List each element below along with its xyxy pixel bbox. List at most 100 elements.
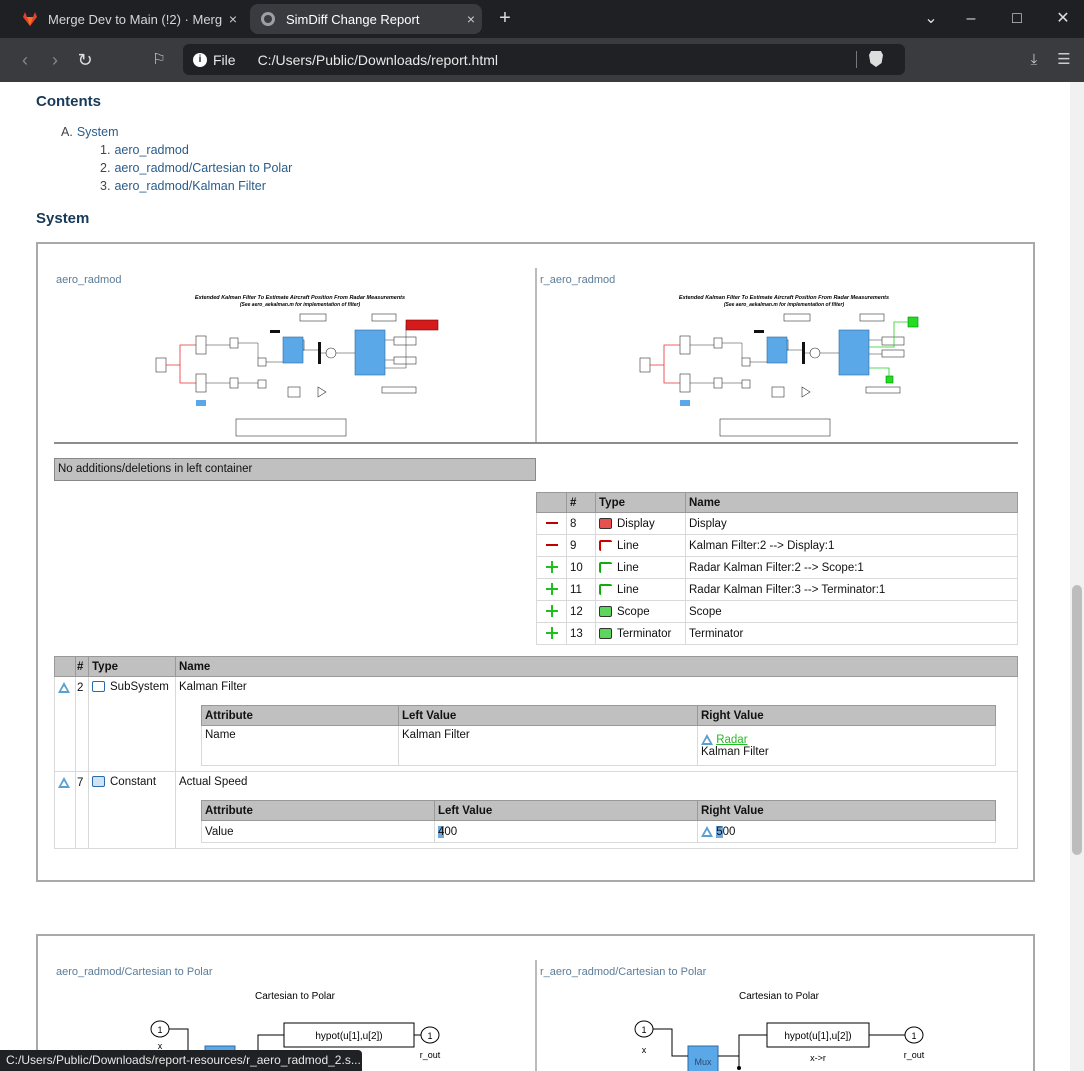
url-text[interactable]: C:/Users/Public/Downloads/report.html — [258, 52, 498, 68]
mux-label: Mux — [694, 1057, 712, 1067]
row-type[interactable]: Constant — [110, 776, 156, 788]
row-name: Display — [685, 512, 1018, 535]
toc-item-system[interactable]: A. System — [61, 125, 119, 139]
row-type[interactable]: Scope — [617, 606, 650, 618]
toc-item-aero-radmod[interactable]: 1. aero_radmod — [100, 143, 189, 157]
row-num: 10 — [566, 556, 596, 579]
toc-link[interactable]: aero_radmod/Kalman Filter — [114, 179, 265, 193]
new-tab-button[interactable]: + — [494, 8, 516, 30]
forward-icon[interactable]: › — [44, 49, 66, 71]
close-tab-icon[interactable]: × — [222, 11, 244, 27]
attribute-table: Attribute Left Value Right Value Name Kalma… — [201, 705, 996, 766]
header-op — [536, 492, 567, 513]
toc-link[interactable]: aero_radmod — [114, 143, 188, 157]
row-name: Kalman Filter:2 --> Display:1 — [685, 534, 1018, 557]
row-num: 11 — [566, 578, 596, 601]
row-num: 12 — [566, 600, 596, 623]
display-block-icon — [599, 517, 612, 529]
maximize-icon[interactable]: □ — [1004, 8, 1030, 30]
fcn-expression: hypot(u[1],u[2]) — [315, 1031, 382, 1042]
gitlab-icon — [23, 12, 37, 26]
globe-icon — [261, 12, 275, 26]
table-row[interactable]: 2 SubSystem Kalman Filter Attribute Left … — [54, 676, 1018, 772]
back-icon[interactable]: ‹ — [14, 49, 36, 71]
row-num: 2 — [75, 676, 89, 772]
bookmark-icon[interactable]: ⚐ — [148, 49, 170, 71]
reload-icon[interactable]: ↻ — [74, 49, 96, 71]
toc-link[interactable]: System — [77, 125, 119, 139]
toc-marker: A. — [61, 125, 73, 139]
info-icon[interactable]: i — [193, 52, 207, 67]
toc-marker: 1. — [100, 143, 111, 157]
output-label: r_out — [904, 1050, 925, 1060]
tab-simdiff-report[interactable]: SimDiff Change Report × — [250, 4, 482, 34]
port-number: 1 — [641, 1025, 646, 1035]
header-right-value: Right Value — [697, 705, 996, 726]
address-bar[interactable]: i File C:/Users/Public/Downloads/report.… — [183, 44, 905, 75]
diagram-subtitle: (See aero_aekalman.m for implementation … — [240, 302, 361, 308]
header-type: Type — [88, 656, 176, 677]
toc-link[interactable]: aero_radmod/Cartesian to Polar — [114, 161, 292, 175]
menu-icon[interactable]: ☰ — [1053, 49, 1075, 71]
toc-item-cartesian[interactable]: 2. aero_radmod/Cartesian to Polar — [100, 161, 292, 175]
row-num: 7 — [75, 771, 89, 849]
toc-marker: 2. — [100, 161, 111, 175]
row-type[interactable]: SubSystem — [110, 681, 169, 693]
right-model-name[interactable]: r_aero_radmod — [540, 274, 615, 286]
diagram-title: Extended Kalman Filter To Estimate Aircr… — [679, 295, 889, 301]
system-panel: aero_radmod r_aero_radmod Extended Kalma… — [36, 242, 1035, 882]
right-model-diagram[interactable]: Extended Kalman Filter To Estimate Aircr… — [634, 292, 934, 442]
scrollbar-thumb[interactable] — [1072, 585, 1082, 855]
download-icon[interactable]: ⤓ — [1023, 49, 1045, 71]
row-name: Terminator — [685, 622, 1018, 645]
minimize-icon[interactable]: – — [958, 8, 984, 30]
line-icon — [599, 561, 612, 573]
toc-item-kalman[interactable]: 3. aero_radmod/Kalman Filter — [100, 179, 266, 193]
row-type[interactable]: Line — [617, 584, 639, 596]
modified-icon — [58, 777, 70, 789]
header-left-value: Left Value — [434, 800, 698, 821]
port-number: 1 — [157, 1025, 162, 1035]
left-model-diagram[interactable]: Extended Kalman Filter To Estimate Aircr… — [150, 292, 450, 442]
table-row[interactable]: 12 Scope Scope — [536, 600, 1018, 623]
header-num: # — [75, 656, 89, 677]
system-heading: System — [36, 210, 90, 227]
left-model-name[interactable]: aero_radmod/Cartesian to Polar — [56, 966, 213, 978]
left-model-name[interactable]: aero_radmod — [56, 274, 121, 286]
added-icon — [545, 583, 558, 596]
tab-search-icon[interactable]: ⌄ — [918, 8, 944, 30]
diagram-title: Cartesian to Polar — [255, 991, 336, 1002]
table-row[interactable]: 13 Terminator Terminator — [536, 622, 1018, 645]
added-icon — [545, 627, 558, 640]
right-value-link[interactable]: Radar — [716, 734, 747, 746]
row-type[interactable]: Line — [617, 540, 639, 552]
close-window-icon[interactable]: ✕ — [1050, 8, 1076, 30]
row-num: 13 — [566, 622, 596, 645]
row-name: Kalman Filter — [179, 681, 247, 693]
header-num: # — [566, 492, 596, 513]
line-icon — [599, 539, 612, 551]
close-tab-icon[interactable]: × — [460, 11, 482, 27]
table-row[interactable]: 7 Constant Actual Speed Attribute Left Va… — [54, 771, 1018, 849]
right-model-name[interactable]: r_aero_radmod/Cartesian to Polar — [540, 966, 706, 978]
changes-table: # Type Name 8 Display Display 9 Line Kalman … — [536, 492, 1018, 645]
input-label: x — [642, 1045, 647, 1055]
tab-title: SimDiff Change Report — [286, 11, 420, 27]
brave-shields-icon[interactable] — [869, 51, 883, 67]
table-row[interactable]: 9 Line Kalman Filter:2 --> Display:1 — [536, 534, 1018, 557]
scrollbar[interactable] — [1070, 82, 1084, 1071]
tab-merge-request[interactable]: Merge Dev to Main (!2) · Merge requ × — [12, 4, 244, 34]
deleted-icon — [545, 544, 558, 547]
row-type[interactable]: Line — [617, 562, 639, 574]
divider — [856, 51, 857, 68]
row-type[interactable]: Display — [617, 518, 655, 530]
header-attribute: Attribute — [201, 800, 435, 821]
header-attribute: Attribute — [201, 705, 399, 726]
page-content: Contents A. System 1. aero_radmod 2. aero_r… — [0, 82, 1070, 1071]
row-type[interactable]: Terminator — [617, 628, 671, 640]
row-name: Scope — [685, 600, 1018, 623]
table-row[interactable]: 11 Line Radar Kalman Filter:3 --> Terminat… — [536, 578, 1018, 601]
right-cartesian-diagram[interactable]: Cartesian to Polar 1 x Mux hypot(u[1],u[… — [624, 986, 944, 1071]
table-row[interactable]: 8 Display Display — [536, 512, 1018, 535]
table-row[interactable]: 10 Line Radar Kalman Filter:2 --> Scope:1 — [536, 556, 1018, 579]
